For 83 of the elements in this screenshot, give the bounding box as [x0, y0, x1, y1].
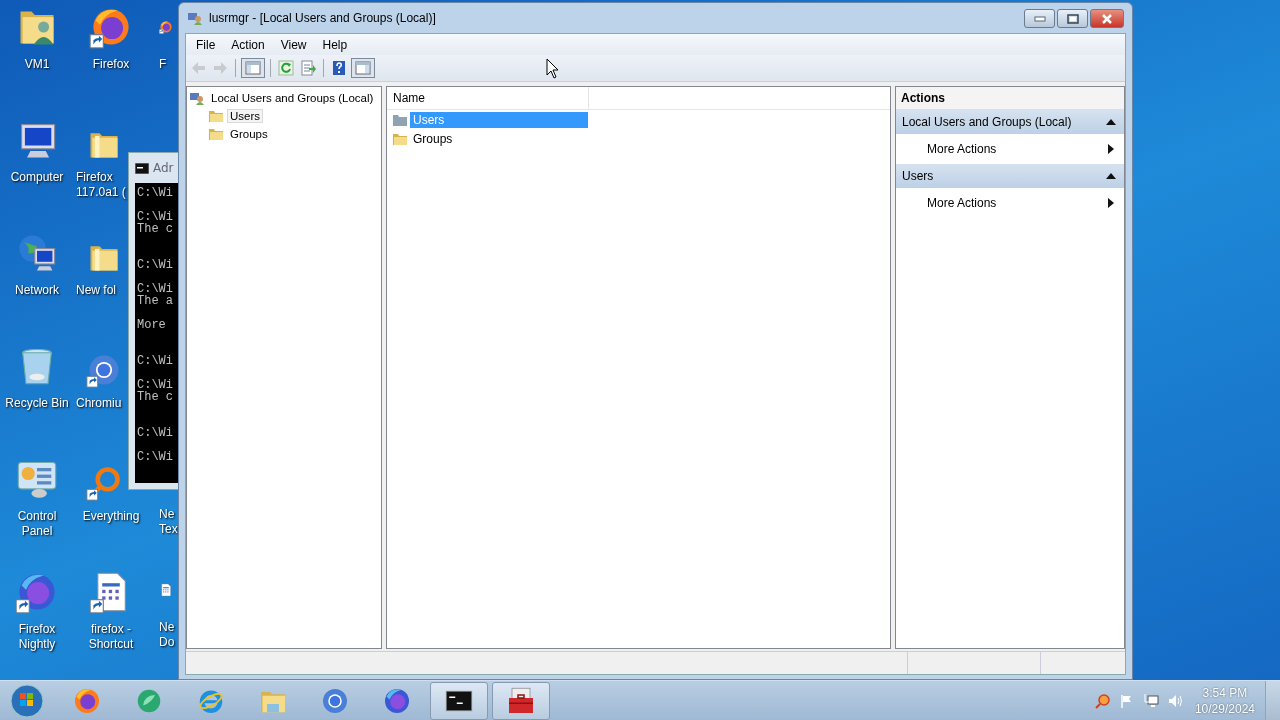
icon-label[interactable]: Recycle Bin	[1, 396, 73, 411]
section-title: Local Users and Groups (Local)	[902, 115, 1072, 129]
folder-icon	[392, 112, 408, 127]
console-line: C:\Wi	[137, 379, 173, 391]
maximize-icon	[1066, 13, 1079, 24]
icon-label[interactable]: F	[159, 57, 178, 72]
collapse-icon[interactable]	[1106, 173, 1116, 179]
console-line: C:\Wi	[137, 187, 173, 199]
icon-label[interactable]: Firefox 117.0a1 (	[76, 170, 126, 200]
console-line: The a	[137, 295, 173, 307]
submenu-arrow-icon	[1108, 144, 1114, 154]
menu-item[interactable]: Action	[223, 35, 273, 54]
menu-item[interactable]: View	[272, 35, 315, 54]
section-title: Users	[902, 169, 934, 183]
console-line: C:\Wi	[137, 283, 173, 295]
start-orb-icon	[10, 683, 44, 718]
minimize-button[interactable]	[1024, 9, 1055, 28]
window-title: Adr	[153, 161, 174, 175]
folder-icon	[208, 127, 224, 141]
mouse-cursor-icon	[546, 58, 560, 80]
console-line: C:\Wi	[137, 427, 173, 439]
action-link[interactable]: More Actions	[927, 142, 997, 156]
tree-pane-icon	[245, 60, 261, 76]
action-pane-icon	[355, 60, 371, 76]
network-icon[interactable]	[1142, 692, 1159, 709]
icon-label[interactable]: New fol	[76, 283, 126, 298]
export-list-icon	[300, 60, 316, 76]
clock-date: 10/29/2024	[1194, 700, 1255, 717]
taskbar-button[interactable]	[492, 681, 550, 720]
section-header[interactable]: Users	[896, 164, 1124, 188]
icon-label[interactable]: Ne Do	[159, 620, 178, 650]
console-line: C:\Wi	[137, 355, 173, 367]
submenu-arrow-icon	[1108, 198, 1114, 208]
console-line: C:\Wi	[137, 211, 173, 223]
folder-icon	[392, 131, 408, 146]
folder-icon	[208, 109, 224, 123]
back-arrow-icon	[190, 60, 206, 76]
tree-item[interactable]: Groups	[227, 127, 271, 141]
clock-time: 3:54 PM	[1201, 684, 1249, 701]
console-line: The c	[137, 223, 173, 235]
maximize-button[interactable]	[1057, 9, 1088, 28]
magnifier-icon[interactable]	[86, 465, 122, 501]
close-button[interactable]	[1090, 9, 1124, 28]
icon-label[interactable]: Network	[1, 283, 73, 298]
column-header[interactable]: Name	[387, 87, 589, 109]
users-icon	[189, 90, 205, 106]
menu-item[interactable]: File	[188, 35, 224, 54]
toolbox-icon	[506, 685, 536, 716]
collapse-icon[interactable]	[1106, 119, 1116, 125]
menu-item[interactable]: Help	[314, 35, 356, 54]
icon-label[interactable]: Firefox	[75, 57, 147, 72]
action-pane-button[interactable]	[351, 58, 375, 78]
taskbar-button[interactable]	[430, 681, 488, 720]
list-item[interactable]: Groups	[410, 130, 588, 147]
close-icon	[1101, 13, 1113, 24]
search-icon[interactable]	[1094, 692, 1111, 709]
pane-title: Actions	[896, 87, 1124, 110]
refresh-icon	[278, 60, 294, 76]
icon-label[interactable]: firefox - Shortcut	[75, 622, 147, 652]
minimize-icon	[1033, 15, 1046, 22]
console-icon	[135, 162, 149, 174]
icon-label[interactable]: Control Panel	[1, 509, 73, 539]
export-list-button[interactable]	[298, 58, 318, 78]
refresh-button[interactable]	[276, 58, 296, 78]
icon-label[interactable]: Computer	[1, 170, 73, 185]
app-icon	[187, 10, 203, 26]
tree-item[interactable]: Users	[227, 109, 264, 123]
icon-label[interactable]: Ne Tex	[159, 507, 178, 537]
action-link[interactable]: More Actions	[927, 196, 997, 210]
tree-item[interactable]: Local Users and Groups (Local)	[208, 91, 377, 105]
window-title: lusrmgr - [Local Users and Groups (Local)]	[209, 11, 437, 25]
forward-arrow-icon	[212, 60, 228, 76]
icon-label[interactable]: Firefox Nightly	[1, 622, 73, 652]
console-line: C:\Wi	[137, 451, 173, 463]
console-line: C:\Wi	[137, 259, 173, 271]
help-icon	[331, 60, 347, 76]
console-line: More	[137, 319, 167, 331]
section-header[interactable]: Local Users and Groups (Local)	[896, 110, 1124, 134]
console-line: The c	[137, 391, 173, 403]
tree-pane-button[interactable]	[241, 58, 265, 78]
icon-label[interactable]: VM1	[1, 57, 73, 72]
icon-label[interactable]: Chromiu	[76, 396, 126, 411]
icon-label[interactable]: Everything	[75, 509, 147, 524]
